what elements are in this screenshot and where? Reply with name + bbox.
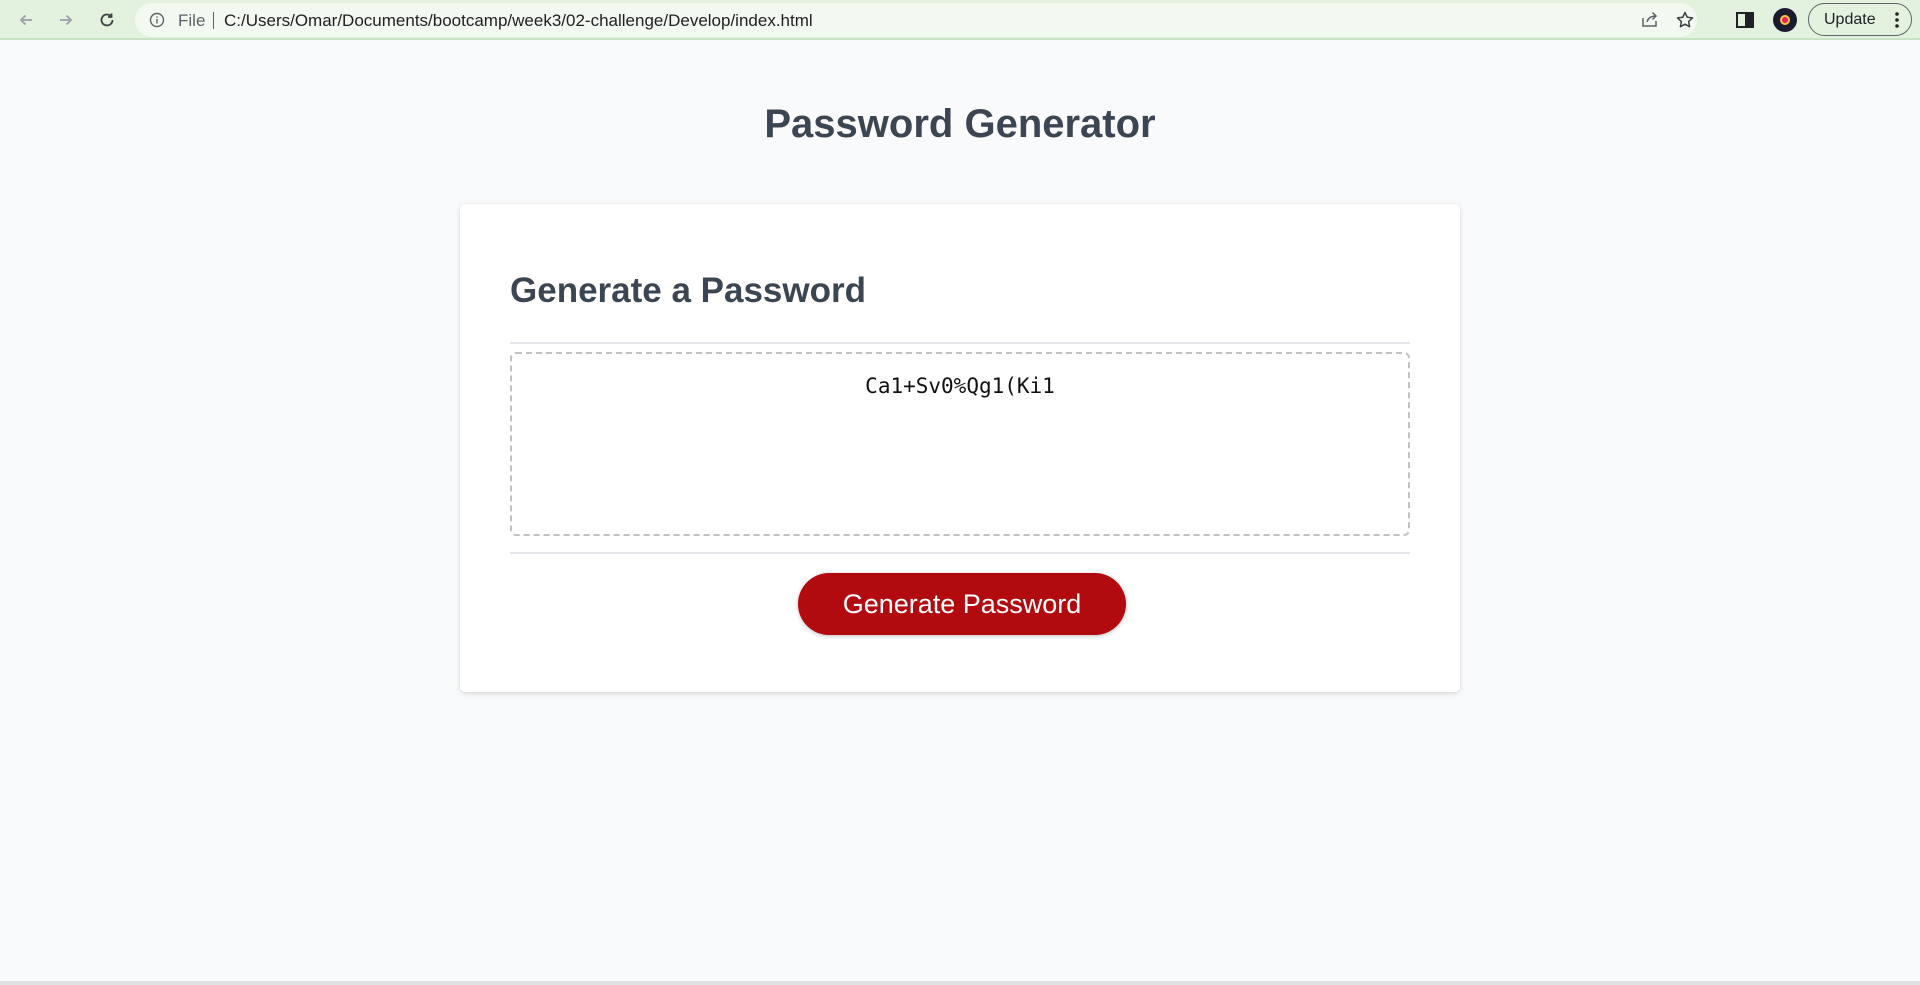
arrow-right-icon [60, 14, 73, 26]
update-label: Update [1824, 11, 1876, 28]
arrow-left-icon [19, 14, 32, 26]
reload-button[interactable] [93, 6, 121, 34]
more-vertical-icon[interactable] [1894, 11, 1900, 29]
browser-toolbar: File C:/Users/Omar/Documents/bootcamp/we… [0, 0, 1920, 40]
password-output[interactable]: Ca1+Sv0%Qg1(Ki1 [510, 352, 1410, 536]
profile-avatar[interactable] [1773, 8, 1797, 32]
address-bar[interactable]: File C:/Users/Omar/Documents/bootcamp/we… [135, 3, 1697, 37]
forward-button[interactable] [52, 6, 80, 34]
card-title: Generate a Password [510, 271, 866, 310]
info-icon[interactable] [149, 12, 165, 28]
reload-icon [100, 13, 114, 27]
generator-card: Generate a Password Ca1+Sv0%Qg1(Ki1 Gene… [460, 204, 1460, 692]
bookmark-star-icon[interactable] [1675, 10, 1695, 30]
card-body: Ca1+Sv0%Qg1(Ki1 [510, 352, 1410, 554]
share-icon[interactable] [1640, 10, 1660, 30]
url-scheme-label: File [178, 11, 206, 30]
window-bottom-edge [0, 981, 1920, 985]
url-separator [213, 12, 214, 29]
generate-password-button[interactable]: Generate Password [798, 573, 1126, 635]
back-button[interactable] [12, 6, 40, 34]
page-title: Password Generator [764, 102, 1156, 146]
url-text[interactable]: C:/Users/Omar/Documents/bootcamp/week3/0… [224, 11, 813, 31]
side-panel-icon[interactable] [1734, 9, 1756, 31]
card-header: Generate a Password [510, 262, 1410, 344]
update-button[interactable]: Update [1808, 3, 1912, 36]
avatar-image [1780, 15, 1790, 25]
